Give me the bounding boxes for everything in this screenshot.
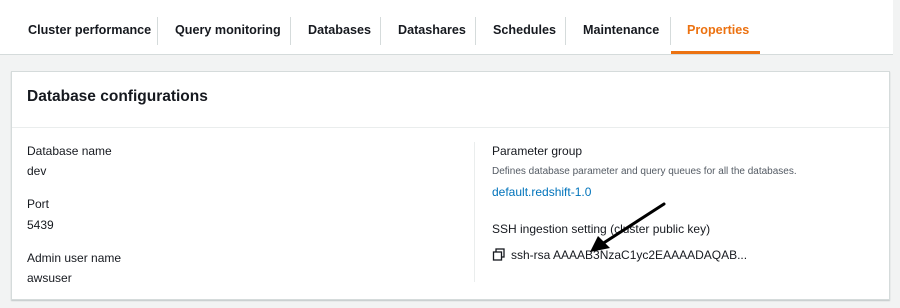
tab-divider: [290, 17, 291, 45]
panel-header: Database configurations: [12, 72, 889, 128]
parameter-group-description: Defines database parameter and query que…: [492, 166, 797, 177]
database-name-value: dev: [27, 164, 47, 178]
port-value: 5439: [27, 218, 54, 232]
tab-divider: [565, 17, 566, 45]
tab-schedules[interactable]: Schedules: [493, 17, 556, 43]
tab-cluster-performance[interactable]: Cluster performance: [28, 17, 151, 43]
tab-divider: [157, 17, 158, 45]
admin-user-name-label: Admin user name: [27, 251, 122, 265]
admin-user-name-value: awsuser: [27, 271, 72, 285]
arrow-annotation: [590, 202, 666, 252]
tab-maintenance[interactable]: Maintenance: [583, 17, 659, 43]
parameter-group-label: Parameter group: [492, 144, 583, 158]
tab-query-monitoring[interactable]: Query monitoring: [175, 17, 281, 43]
tab-properties[interactable]: Properties: [687, 17, 749, 43]
active-tab-indicator: [671, 51, 760, 54]
port-label: Port: [27, 197, 50, 211]
tab-divider: [380, 17, 381, 45]
tab-databases[interactable]: Databases: [308, 17, 371, 43]
copy-icon[interactable]: [492, 248, 506, 262]
tab-divider: [475, 17, 476, 45]
tab-bar: Cluster performance Query monitoring Dat…: [0, 0, 893, 55]
tab-datashares[interactable]: Datashares: [398, 17, 466, 43]
database-configurations-panel: Database configurations Database name de…: [11, 71, 890, 300]
panel-title: Database configurations: [27, 88, 208, 105]
column-divider: [474, 142, 475, 282]
parameter-group-link[interactable]: default.redshift-1.0: [492, 185, 591, 199]
database-name-label: Database name: [27, 144, 112, 158]
tab-divider: [670, 17, 671, 45]
